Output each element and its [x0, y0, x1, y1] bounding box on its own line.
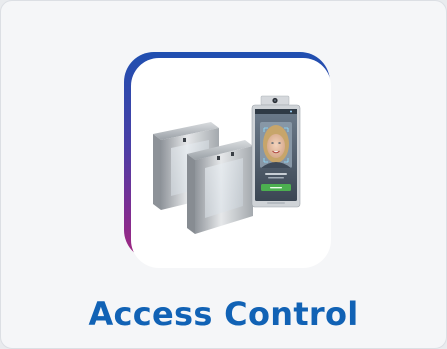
- access-control-card[interactable]: Access Control: [0, 0, 447, 349]
- card-title: Access Control: [88, 295, 359, 333]
- speed-gate-front: [187, 140, 253, 234]
- product-image-tile: [131, 58, 331, 268]
- access-control-illustration: [153, 95, 301, 234]
- face-recognition-terminal: [251, 95, 301, 208]
